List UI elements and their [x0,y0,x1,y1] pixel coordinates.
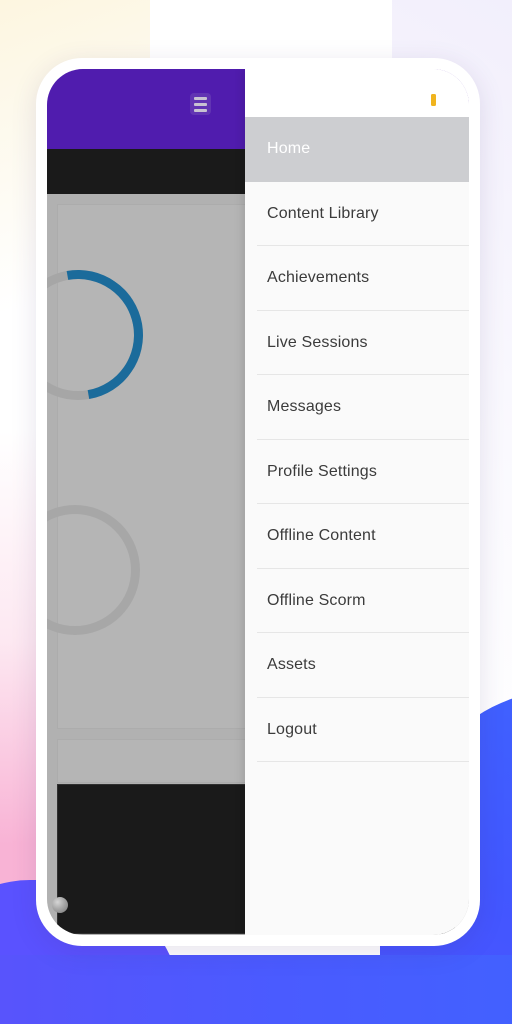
drawer-status-area [245,69,469,117]
drawer-item-home[interactable]: Home [245,117,469,182]
drawer-item-label: Home [267,140,311,158]
drawer-item-offline-content[interactable]: Offline Content [245,504,469,569]
status-indicator-icon [431,94,436,106]
drawer-item-assets[interactable]: Assets [245,633,469,698]
phone-screen: Total 8 View All 600 Points [47,69,469,935]
phone-device-frame: Total 8 View All 600 Points [36,58,480,946]
drawer-item-label: Messages [267,398,342,416]
drawer-item-label: Content Library [267,204,379,222]
drawer-item-label: Offline Content [267,527,376,545]
drawer-item-label: Live Sessions [267,333,368,351]
drawer-menu-list: Home Content Library Achievements Live Sess… [245,117,469,762]
navigation-drawer: Home Content Library Achievements Live Sess… [245,69,469,935]
drawer-item-label: Profile Settings [267,462,378,480]
drawer-item-label: Offline Scorm [267,591,366,609]
background-blue-band [0,955,512,1024]
drawer-item-profile-settings[interactable]: Profile Settings [245,440,469,505]
drawer-item-label: Achievements [267,269,370,287]
drawer-item-logout[interactable]: Logout [245,698,469,763]
drawer-item-achievements[interactable]: Achievements [245,246,469,311]
drawer-item-content-library[interactable]: Content Library [245,182,469,247]
drawer-item-live-sessions[interactable]: Live Sessions [245,311,469,376]
drawer-item-label: Assets [267,656,316,674]
drawer-item-label: Logout [267,720,317,738]
drawer-item-messages[interactable]: Messages [245,375,469,440]
drawer-item-offline-scorm[interactable]: Offline Scorm [245,569,469,634]
